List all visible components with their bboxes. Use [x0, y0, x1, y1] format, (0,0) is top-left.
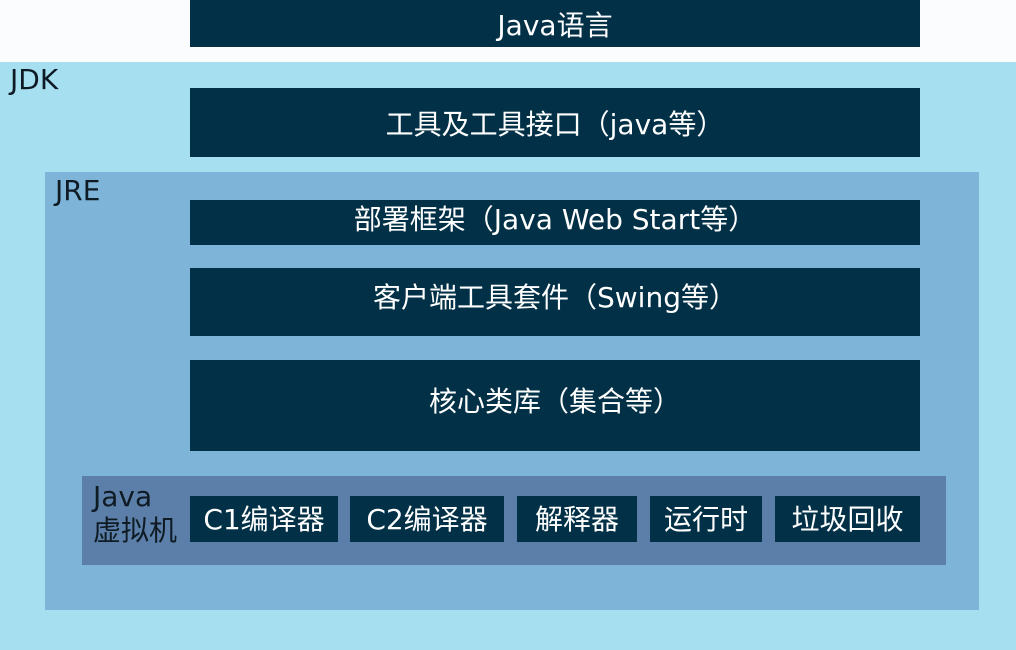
tools-box: 工具及工具接口（java等） — [190, 88, 920, 157]
gc-box: 垃圾回收 — [775, 496, 920, 542]
gc-label: 垃圾回收 — [791, 503, 904, 536]
c2-compiler-label: C2编译器 — [366, 503, 488, 536]
deploy-box: 部署框架（Java Web Start等） — [190, 200, 920, 245]
core-label: 核心类库（集合等） — [428, 385, 681, 418]
c2-compiler-box: C2编译器 — [350, 496, 504, 542]
client-label: 客户端工具套件（Swing等） — [373, 281, 737, 314]
java-language-label: Java语言 — [497, 8, 613, 42]
jvm-label-line1: Java — [93, 480, 153, 513]
jvm-label: Java 虚拟机 — [93, 480, 177, 547]
runtime-box: 运行时 — [650, 496, 762, 542]
jdk-label: JDK — [10, 63, 59, 96]
java-language-box: Java语言 — [190, 0, 920, 47]
c1-compiler-box: C1编译器 — [190, 496, 338, 542]
core-box: 核心类库（集合等） — [190, 360, 920, 451]
c1-compiler-label: C1编译器 — [203, 503, 325, 536]
runtime-label: 运行时 — [663, 503, 748, 536]
jvm-label-line2: 虚拟机 — [93, 513, 178, 547]
interpreter-label: 解释器 — [534, 503, 619, 536]
client-box: 客户端工具套件（Swing等） — [190, 268, 920, 336]
deploy-label: 部署框架（Java Web Start等） — [353, 203, 757, 236]
tools-label: 工具及工具接口（java等） — [385, 107, 725, 141]
jre-label: JRE — [55, 174, 101, 207]
interpreter-box: 解释器 — [517, 496, 637, 542]
